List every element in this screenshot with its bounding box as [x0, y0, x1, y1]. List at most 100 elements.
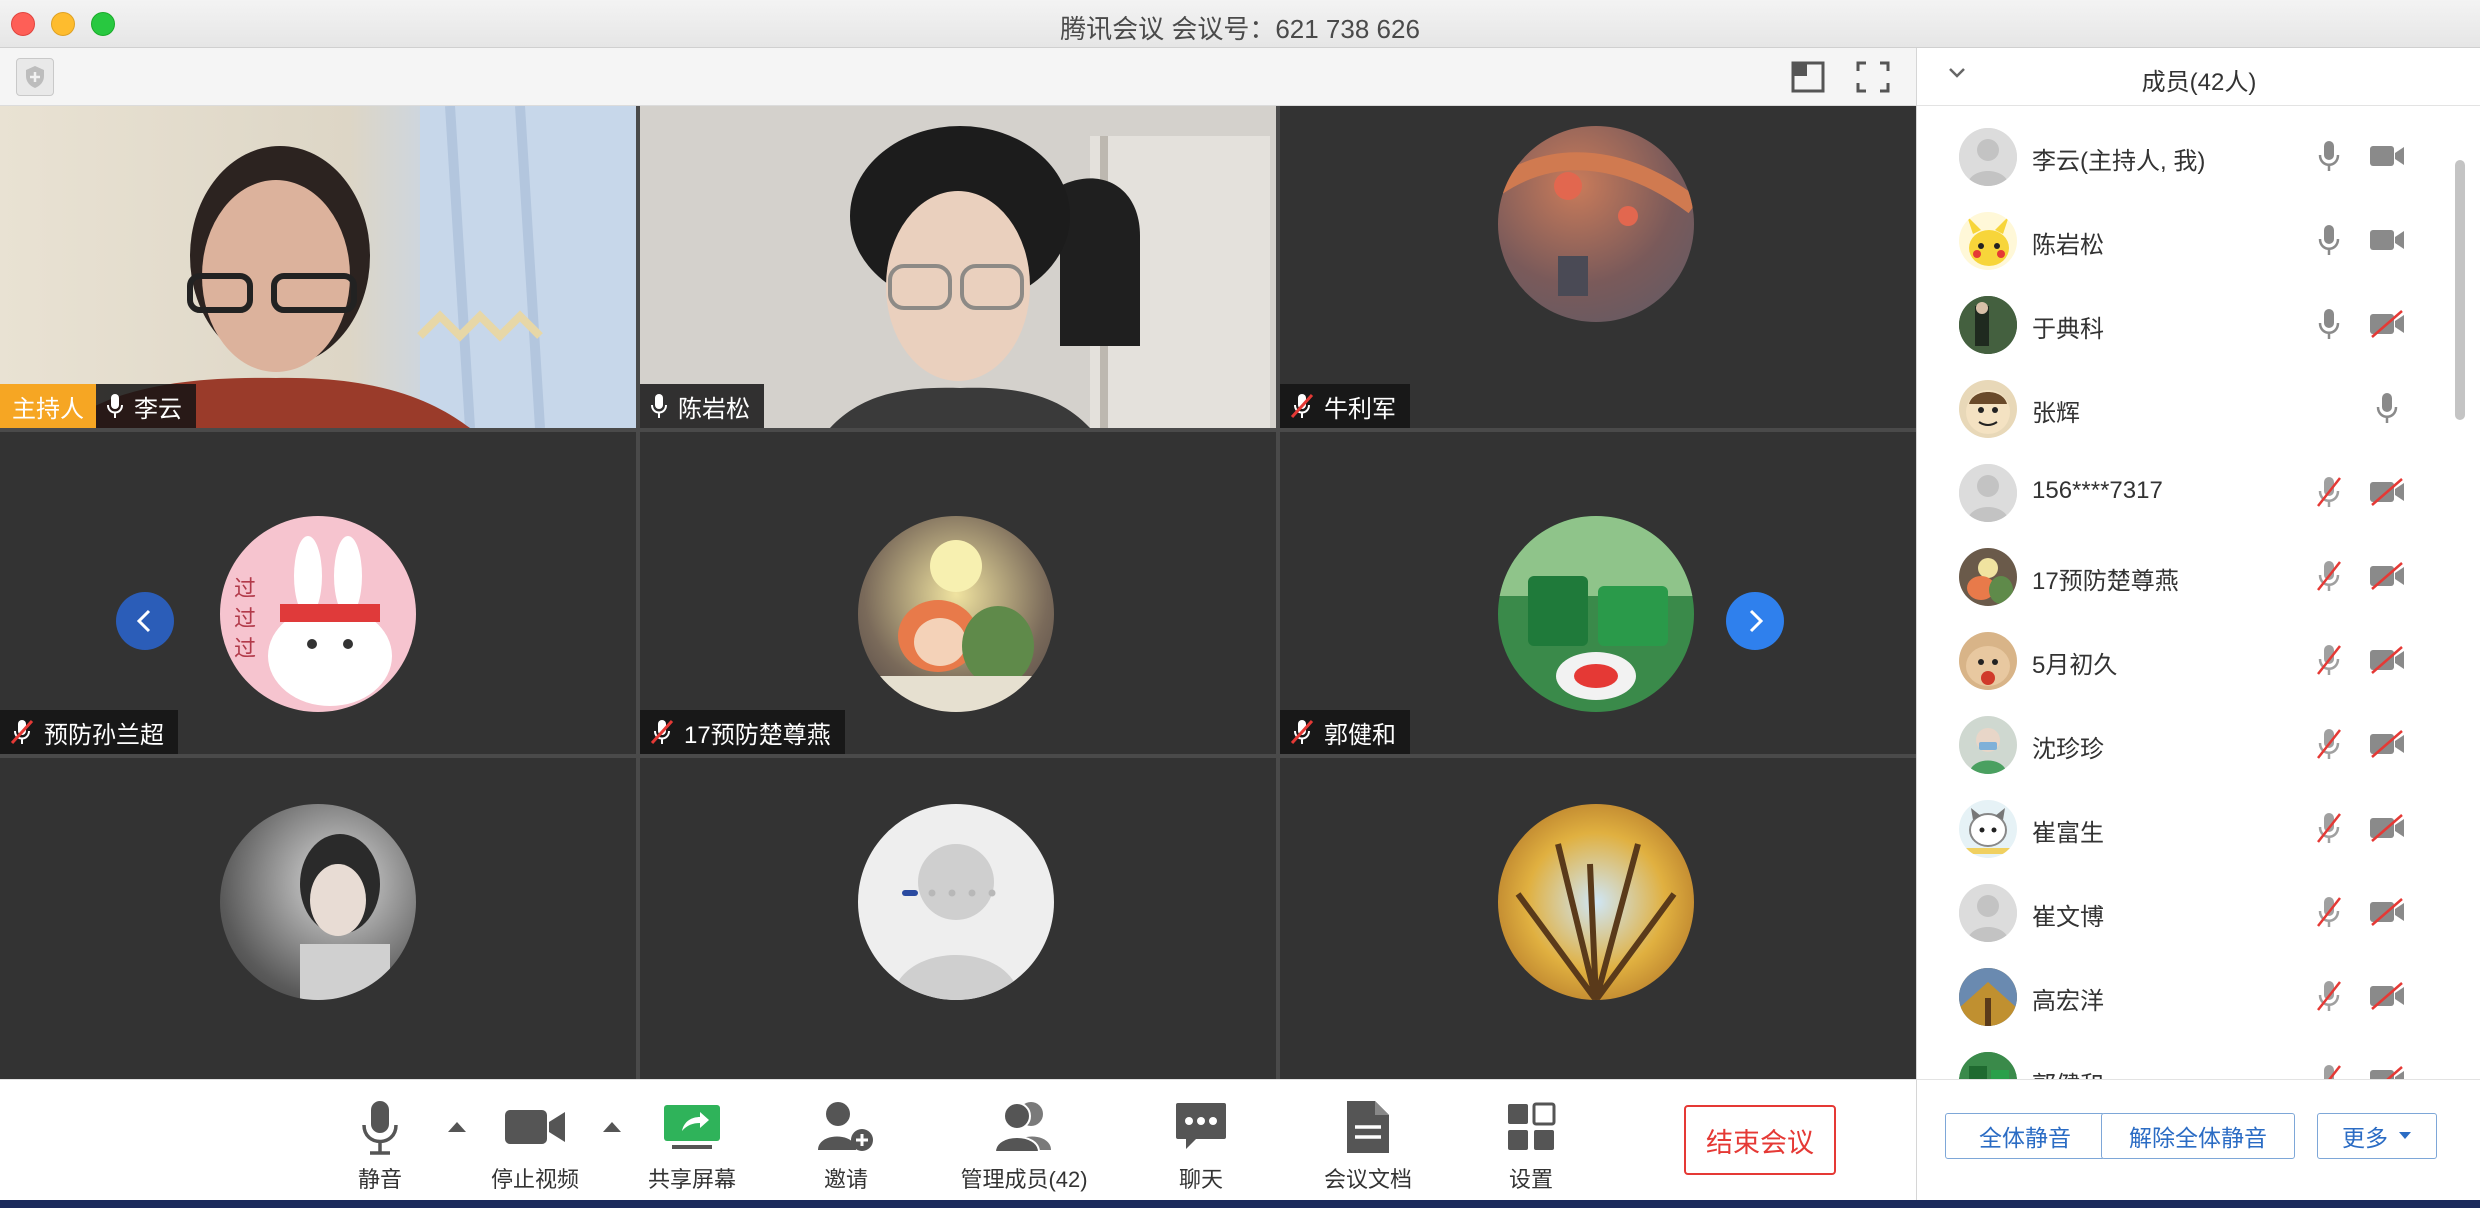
- end-meeting-button[interactable]: 结束会议: [1684, 1105, 1836, 1175]
- member-mic-button[interactable]: [2309, 220, 2349, 260]
- mute-button[interactable]: 静音: [345, 1098, 415, 1198]
- participant-name: 郭健和: [1324, 721, 1396, 749]
- mic-muted-icon: [2317, 813, 2341, 843]
- svg-text:过: 过: [234, 636, 256, 661]
- member-camera-button[interactable]: [2367, 136, 2407, 176]
- more-button[interactable]: 更多: [2317, 1113, 2437, 1159]
- video-tile[interactable]: [0, 758, 636, 1079]
- document-icon: [1347, 1101, 1389, 1153]
- meeting-docs-button[interactable]: 会议文档: [1322, 1098, 1414, 1198]
- member-row[interactable]: 高宏洋: [1917, 952, 2457, 1036]
- invite-button[interactable]: 邀请: [818, 1098, 874, 1198]
- member-mic-button[interactable]: [2367, 388, 2407, 428]
- member-mic-button[interactable]: [2309, 304, 2349, 344]
- previous-page-button[interactable]: [116, 592, 174, 650]
- meeting-toolbar: 静音 停止视频 共享屏幕 邀请 管理成员(42) 聊天 会议文档 设置 结束会议: [0, 1079, 1916, 1200]
- chat-button[interactable]: 聊天: [1173, 1098, 1229, 1198]
- member-avatar: [1959, 548, 2017, 606]
- member-camera-button[interactable]: [2367, 556, 2407, 596]
- participant-video: [60, 106, 636, 428]
- member-row[interactable]: 李云(主持人, 我): [1917, 112, 2457, 196]
- next-page-button[interactable]: [1726, 592, 1784, 650]
- participant-video: [640, 106, 1276, 428]
- member-mic-button[interactable]: [2309, 1060, 2349, 1079]
- video-tile[interactable]: 过过过 预防孙兰超: [0, 432, 636, 754]
- member-camera-button[interactable]: [2367, 472, 2407, 512]
- member-row[interactable]: 崔文博: [1917, 868, 2457, 952]
- member-camera-button[interactable]: [2367, 304, 2407, 344]
- participant-avatar: [1498, 126, 1694, 322]
- member-row[interactable]: 156****7317: [1917, 448, 2457, 532]
- participant-name: 李云: [134, 395, 182, 423]
- manage-members-button[interactable]: 管理成员(42): [956, 1098, 1092, 1198]
- manage-members-label: 管理成员(42): [960, 1167, 1088, 1192]
- member-row[interactable]: 沈珍珍: [1917, 700, 2457, 784]
- video-tile[interactable]: 牛利军: [1280, 106, 1916, 428]
- member-camera-button[interactable]: [2367, 640, 2407, 680]
- layout-switch-button[interactable]: [1790, 60, 1826, 94]
- mic-muted-icon: [2320, 1065, 2341, 1079]
- member-row[interactable]: 17预防楚尊燕: [1917, 532, 2457, 616]
- unmute-all-button[interactable]: 解除全体静音: [2101, 1113, 2295, 1159]
- member-mic-button[interactable]: [2309, 976, 2349, 1016]
- member-mic-button[interactable]: [2309, 808, 2349, 848]
- video-options-caret[interactable]: [603, 1122, 621, 1132]
- mic-muted-icon: [10, 719, 34, 745]
- mic-muted-icon: [2317, 981, 2341, 1011]
- member-name: 崔文博: [2032, 904, 2104, 931]
- participant-namebar: 17预防楚尊燕: [640, 710, 845, 754]
- stop-video-button[interactable]: 停止视频: [490, 1098, 580, 1198]
- member-row[interactable]: 5月初久: [1917, 616, 2457, 700]
- member-row[interactable]: 陈岩松: [1917, 196, 2457, 280]
- video-tile[interactable]: 陈岩松: [640, 106, 1276, 428]
- share-screen-label: 共享屏幕: [647, 1167, 736, 1192]
- member-mic-button[interactable]: [2309, 640, 2349, 680]
- member-row[interactable]: 崔富生: [1917, 784, 2457, 868]
- security-button[interactable]: [16, 58, 54, 96]
- video-tile[interactable]: 郭健和: [1280, 432, 1916, 754]
- chevron-left-icon: [136, 609, 151, 633]
- member-camera-button[interactable]: [2367, 808, 2407, 848]
- member-avatar: [1959, 800, 2017, 858]
- video-grid: 主持人 李云 陈岩松 牛利军 过 过 过 预防孙兰超 17预防楚尊燕 郭健和: [0, 106, 1916, 1079]
- member-camera-button[interactable]: [2367, 1060, 2407, 1079]
- title-bar: 腾讯会议 会议号：621 738 626: [0, 0, 2480, 48]
- mic-icon: [2318, 225, 2340, 255]
- member-mic-button[interactable]: [2309, 472, 2349, 512]
- mic-icon: [2318, 309, 2340, 339]
- settings-grid-icon: [1508, 1102, 1556, 1150]
- member-mic-button[interactable]: [2309, 556, 2349, 596]
- member-camera-button[interactable]: [2367, 724, 2407, 764]
- fullscreen-button[interactable]: [1855, 60, 1891, 94]
- members-panel-header: 成员(42人): [1917, 48, 2480, 106]
- member-avatar: [1959, 1052, 2017, 1079]
- video-toolbar-strip: [0, 48, 1916, 106]
- member-list-scrollbar[interactable]: [2455, 160, 2465, 420]
- share-screen-button[interactable]: 共享屏幕: [646, 1098, 738, 1198]
- member-avatar: [1959, 632, 2017, 690]
- settings-button[interactable]: 设置: [1507, 1098, 1556, 1198]
- member-camera-button[interactable]: [2367, 976, 2407, 1016]
- member-avatar: [1959, 716, 2017, 774]
- video-tile[interactable]: 主持人 李云: [0, 106, 636, 428]
- mute-all-button[interactable]: 全体静音: [1945, 1113, 2105, 1159]
- mic-muted-icon: [2317, 477, 2341, 507]
- member-row[interactable]: 郭健和: [1917, 1036, 2457, 1079]
- audio-options-caret[interactable]: [448, 1122, 466, 1132]
- participant-namebar: 预防孙兰超: [0, 710, 178, 754]
- video-tile[interactable]: [1280, 758, 1916, 1079]
- member-mic-button[interactable]: [2309, 892, 2349, 932]
- meeting-docs-label: 会议文档: [1323, 1167, 1412, 1192]
- window-title: 腾讯会议 会议号：621 738 626: [1060, 14, 1420, 44]
- mic-muted-icon: [2317, 897, 2341, 927]
- member-mic-button[interactable]: [2309, 136, 2349, 176]
- member-camera-button[interactable]: [2367, 892, 2407, 932]
- member-mic-button[interactable]: [2309, 724, 2349, 764]
- member-camera-button[interactable]: [2367, 220, 2407, 260]
- video-tile[interactable]: [640, 758, 1276, 1079]
- participant-avatar: [858, 804, 1054, 1000]
- mic-icon: [107, 394, 123, 418]
- member-row[interactable]: 于典科: [1917, 280, 2457, 364]
- member-row[interactable]: 张辉: [1917, 364, 2457, 448]
- video-tile[interactable]: 17预防楚尊燕: [640, 432, 1276, 754]
